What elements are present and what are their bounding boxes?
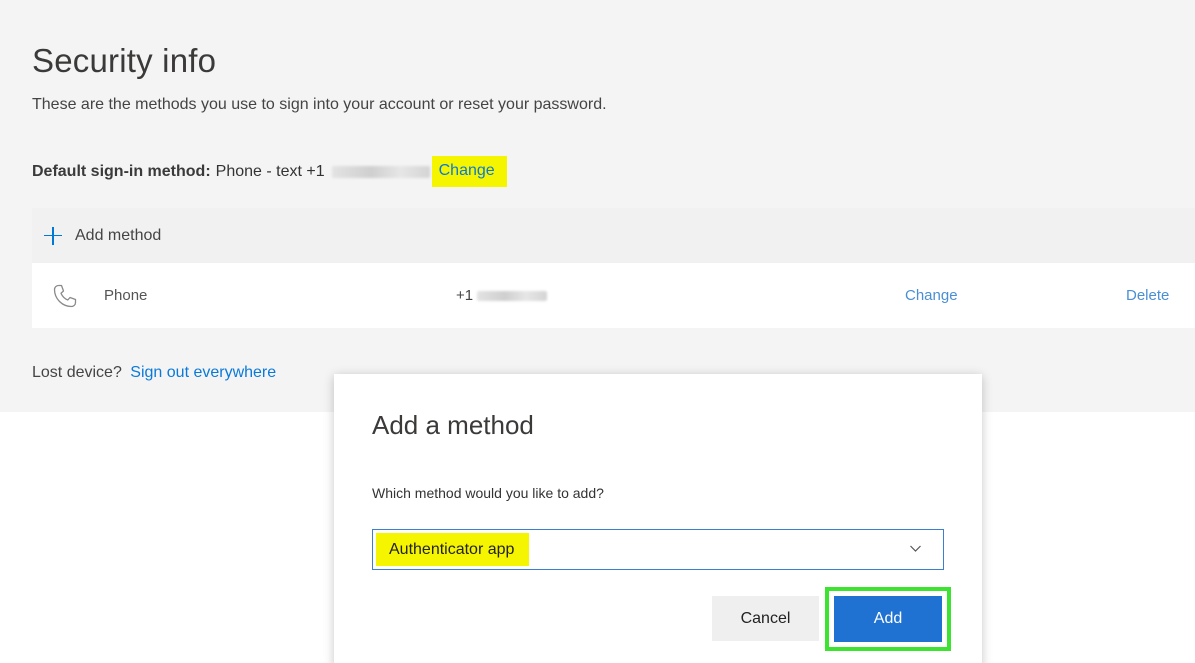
method-select[interactable]: Authenticator app (372, 529, 944, 570)
lost-device-row: Lost device? Sign out everywhere (32, 364, 276, 382)
method-row-phone: Phone +1 Change Delete (32, 263, 1195, 328)
page-subtitle: These are the methods you use to sign in… (32, 96, 607, 113)
dialog-question: Which method would you like to add? (372, 485, 604, 501)
redacted-phone-number (477, 290, 548, 301)
selected-method-value: Authenticator app (376, 533, 530, 566)
default-sign-in-method: Default sign-in method: Phone - text +1 … (32, 156, 507, 187)
change-phone-link[interactable]: Change (905, 287, 958, 304)
delete-phone-link[interactable]: Delete (1126, 287, 1169, 304)
add-method-dialog: Add a method Which method would you like… (334, 374, 982, 663)
method-type-label: Phone (104, 287, 148, 304)
dialog-title: Add a method (372, 410, 534, 440)
phone-number-prefix: +1 (456, 287, 474, 304)
page-title: Security info (32, 42, 217, 79)
lost-device-text: Lost device? (32, 364, 122, 381)
redacted-phone-number (331, 165, 430, 178)
method-phone-number: +1 (456, 287, 548, 304)
add-button[interactable]: Add (834, 596, 942, 642)
add-button-highlight: Add (825, 587, 951, 651)
plus-icon (44, 226, 62, 245)
add-method-button[interactable]: Add method (32, 208, 1195, 263)
add-method-label: Add method (75, 226, 162, 244)
default-method-label: Default sign-in method: (32, 162, 211, 180)
chevron-down-icon (910, 545, 921, 552)
default-method-value: Phone - text +1 (215, 162, 325, 180)
sign-out-everywhere-link[interactable]: Sign out everywhere (130, 364, 276, 381)
cancel-button[interactable]: Cancel (712, 596, 819, 641)
methods-list: Add method Phone +1 Change Delete (32, 208, 1195, 328)
change-default-method-link[interactable]: Change (431, 156, 507, 187)
phone-icon (53, 284, 77, 308)
